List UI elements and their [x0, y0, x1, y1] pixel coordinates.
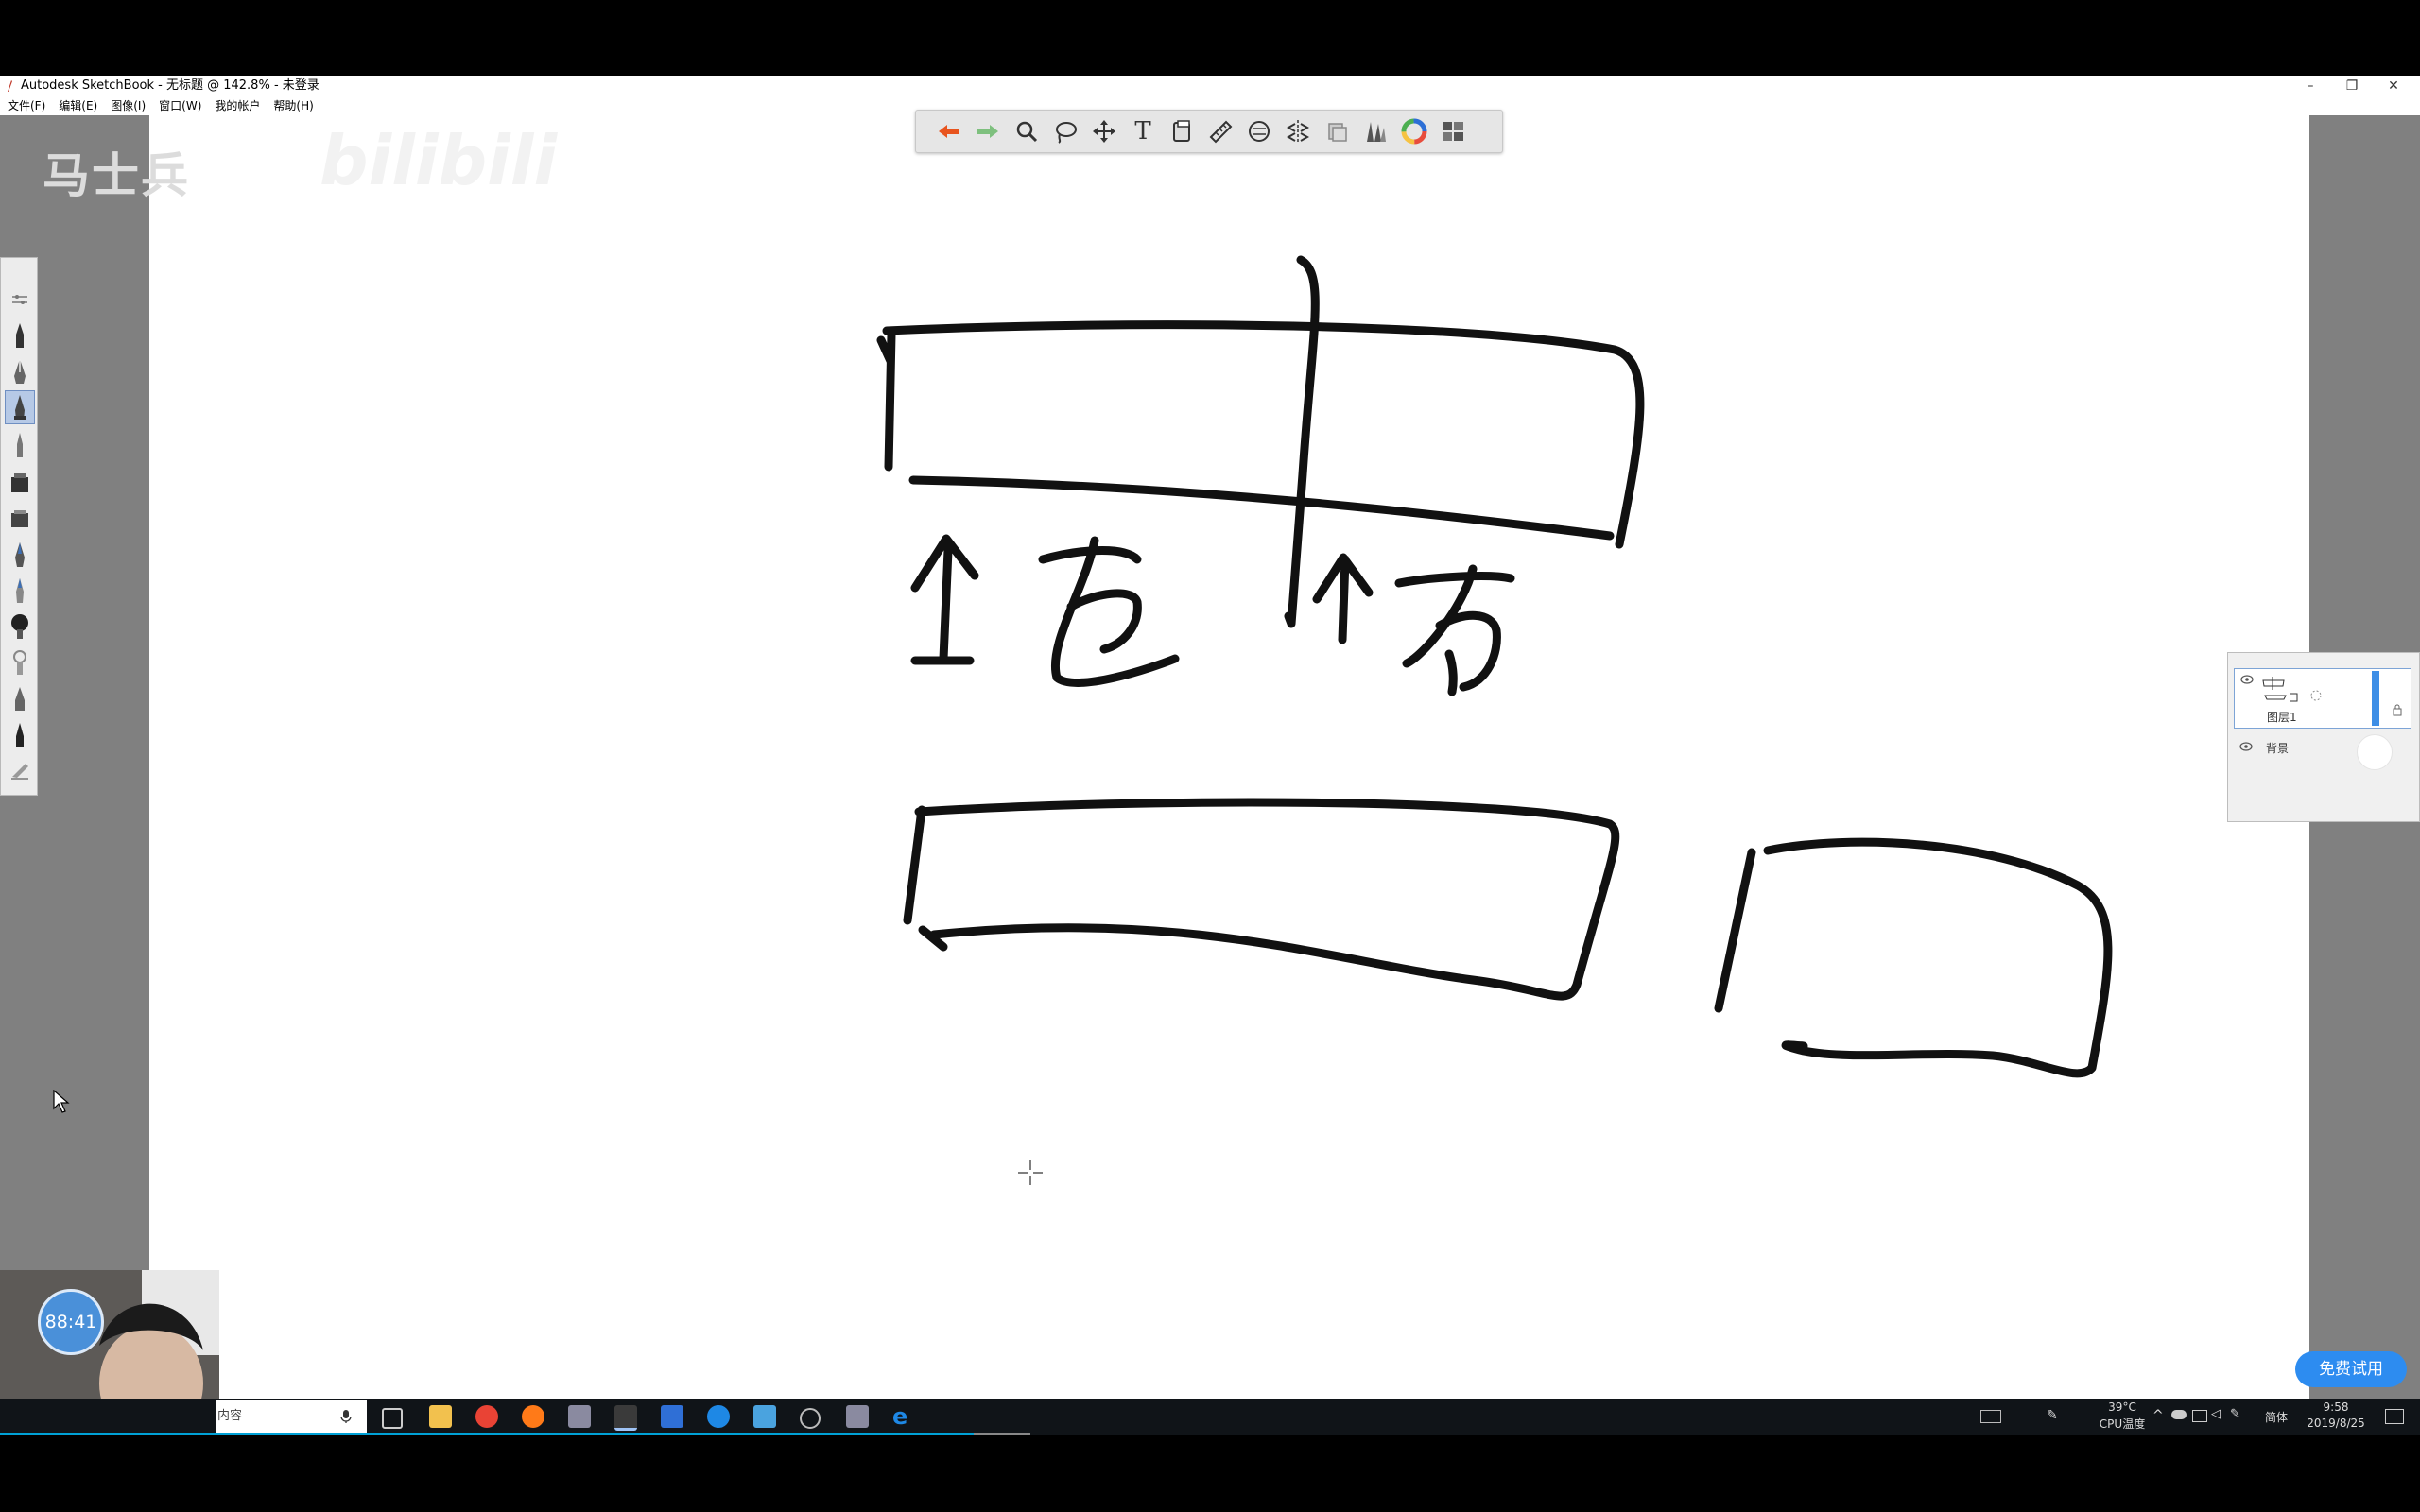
ime-indicator[interactable]: 简体 [2264, 1409, 2289, 1425]
menu-edit[interactable]: 编辑(E) [59, 96, 97, 115]
menu-image[interactable]: 图像(I) [111, 96, 146, 115]
stroke-bottom-box [903, 798, 1620, 1001]
stroke-right-box [1714, 837, 2113, 1078]
move-icon[interactable] [1088, 115, 1120, 147]
watermark-text: 马士兵 [43, 148, 190, 203]
background-layer-name: 背景 [2266, 742, 2290, 755]
layer1-name: 图层1 [2267, 711, 2297, 724]
video-app-icon[interactable] [707, 1405, 730, 1428]
free-trial-button[interactable]: 免费试用 [2295, 1351, 2407, 1387]
layer-panel: 图层1 背景 [2227, 652, 2420, 822]
stroke-right-arrow [1312, 553, 1374, 644]
microphone-icon [340, 1410, 352, 1423]
stroke-right-char [1394, 564, 1515, 696]
bottom-letterbox [0, 1435, 2420, 1512]
edge-browser-icon[interactable]: e [892, 1405, 915, 1428]
window-title: Autodesk SketchBook - 无标题 @ 142.8% - 未登录 [21, 78, 320, 93]
menu-help[interactable]: 帮助(H) [273, 96, 313, 115]
layer-row-background[interactable]: 背景 [2234, 734, 2410, 793]
layer-row-1[interactable]: 图层1 [2234, 668, 2411, 729]
network-icon[interactable] [2192, 1410, 2207, 1422]
keyboard-icon[interactable] [1980, 1410, 2001, 1423]
chisel-marker-brush-icon[interactable] [5, 502, 35, 536]
close-button[interactable]: ✕ [2373, 76, 2414, 96]
top-letterbox [0, 0, 2420, 76]
visibility-eye-icon [2240, 675, 2254, 684]
visibility-eye-icon [2239, 742, 2253, 751]
eraser-brush-icon[interactable] [5, 753, 35, 787]
color-wheel-icon[interactable] [1398, 115, 1430, 147]
smudge-brush-icon[interactable] [5, 681, 35, 715]
stroke-divider [1284, 255, 1320, 628]
clock-time[interactable]: 9:58 [2298, 1400, 2374, 1414]
layer-opacity-bar[interactable] [2372, 671, 2379, 726]
volume-icon[interactable]: ◁ [2211, 1407, 2221, 1421]
taskbar-search-box[interactable]: 内容 [216, 1400, 367, 1433]
soft-brush-icon[interactable] [5, 610, 35, 644]
stroke-left-char [1038, 536, 1180, 687]
file-explorer-icon[interactable] [429, 1405, 452, 1428]
drawing-canvas[interactable] [149, 115, 2309, 1399]
stamp-icon[interactable] [1321, 115, 1353, 147]
layers-icon[interactable] [1437, 115, 1469, 147]
app-taskbar-icon-4[interactable] [800, 1408, 821, 1429]
lasso-icon[interactable] [1049, 115, 1081, 147]
sketchbook-app-icon [8, 80, 12, 92]
restore-button[interactable]: ❐ [2331, 76, 2373, 96]
zoom-icon[interactable] [1011, 115, 1043, 147]
stroke-top-box [876, 320, 1645, 549]
ellipse-guide-icon[interactable] [1243, 115, 1275, 147]
task-view-icon[interactable] [382, 1408, 403, 1429]
firefox-icon[interactable] [522, 1405, 544, 1428]
sketchbook-taskbar-icon[interactable] [614, 1405, 637, 1431]
marker-brush-icon[interactable] [5, 466, 35, 500]
app-taskbar-icon-3[interactable] [753, 1405, 776, 1428]
clock-date[interactable]: 2019/8/25 [2298, 1417, 2374, 1430]
redo-icon[interactable] [972, 115, 1004, 147]
pencil-brush-icon[interactable] [5, 318, 35, 352]
main-toolbar: T [915, 110, 1503, 153]
chevron-up-icon[interactable]: ^ [2152, 1408, 2164, 1423]
recording-timer: 88:41 [38, 1289, 104, 1355]
layer-thumbnail [2262, 677, 2322, 702]
text-icon[interactable]: T [1127, 115, 1159, 147]
ruler-icon[interactable] [1204, 115, 1236, 147]
notification-center-icon[interactable] [2385, 1409, 2404, 1424]
stroke-left-arrow [910, 534, 979, 665]
menu-window[interactable]: 窗口(W) [159, 96, 201, 115]
paint-brush-icon[interactable] [5, 538, 35, 572]
cpu-temperature: 39°C [2108, 1400, 2136, 1414]
bilibili-watermark: bilibili [320, 121, 558, 200]
canvas-drawing [876, 255, 2113, 1185]
symmetry-icon[interactable] [1282, 115, 1314, 147]
ink-workspace-icon[interactable]: ✎ [2230, 1407, 2240, 1421]
chrome-icon[interactable] [475, 1405, 498, 1428]
minimize-button[interactable]: – [2290, 76, 2331, 96]
menu-file[interactable]: 文件(F) [8, 96, 45, 115]
inking-pen-brush-icon[interactable] [5, 354, 35, 388]
mouse-pointer-icon [53, 1090, 70, 1113]
brush-palette [0, 257, 38, 796]
airbrush-icon[interactable] [5, 574, 35, 608]
app-taskbar-icon-2[interactable] [661, 1405, 683, 1428]
pen-icon[interactable]: ✎ [2047, 1408, 2058, 1423]
app-taskbar-icon-5[interactable] [846, 1405, 869, 1428]
cloud-icon[interactable] [2171, 1410, 2187, 1419]
background-color-swatch[interactable] [2357, 734, 2393, 770]
fine-pen-brush-icon[interactable] [5, 717, 35, 751]
menu-account[interactable]: 我的帐户 [215, 96, 260, 115]
cpu-temperature-label: CPU温度 [2099, 1418, 2146, 1431]
crop-icon[interactable] [1166, 115, 1198, 147]
palette-settings-icon[interactable] [5, 283, 35, 317]
crosshair-cursor-icon [1018, 1160, 1043, 1185]
search-text: 内容 [217, 1409, 243, 1423]
app-taskbar-icon-1[interactable] [568, 1405, 591, 1428]
undo-icon[interactable] [933, 115, 965, 147]
ballpoint-brush-icon-selected[interactable] [5, 390, 35, 424]
technical-pen-brush-icon[interactable] [5, 428, 35, 462]
blender-brush-icon[interactable] [5, 645, 35, 679]
lock-icon [2393, 704, 2402, 716]
title-bar: Autodesk SketchBook - 无标题 @ 142.8% - 未登录… [0, 76, 2420, 96]
brush-library-icon[interactable] [1359, 115, 1392, 147]
